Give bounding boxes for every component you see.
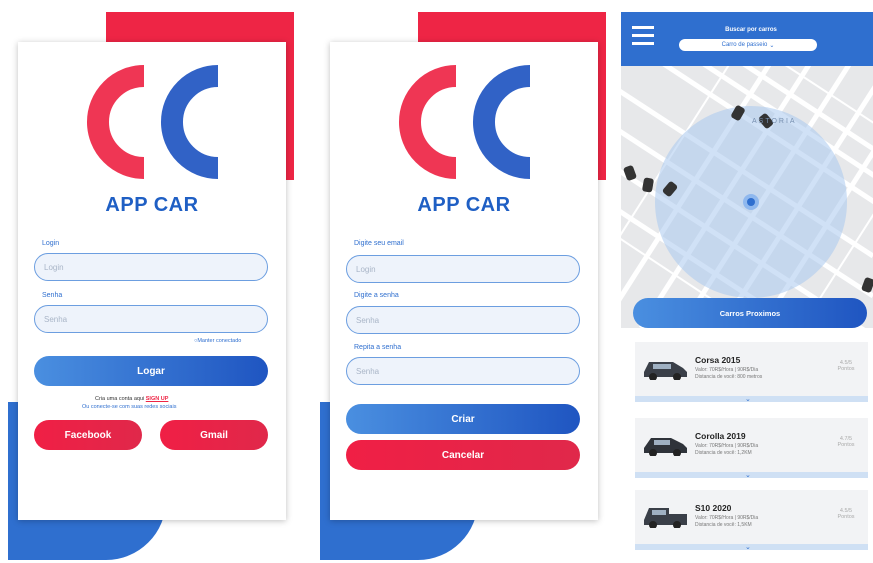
- login-field[interactable]: Login: [34, 253, 268, 281]
- car-distance: Distancia de você: 1,5KM: [695, 522, 752, 528]
- app-logo: [399, 65, 531, 179]
- expand-strip[interactable]: [635, 544, 868, 550]
- email-label: Digite seu email: [354, 240, 404, 247]
- car-rating: 4.7/5 Pontos: [831, 436, 861, 448]
- map-view[interactable]: ASTORIA: [621, 66, 873, 328]
- car-distance: Distancia de você: 800 metros: [695, 374, 763, 380]
- password-field[interactable]: Senha: [34, 305, 268, 333]
- social-text: Ou conecte-se com suas redes sociais: [82, 404, 177, 410]
- car-rating: 4.5/5 Pontos: [831, 508, 861, 520]
- signup-card: APP CAR Digite seu email Login Digite a …: [330, 42, 598, 520]
- email-placeholder: Login: [356, 264, 376, 274]
- login-card: APP CAR Login Login Senha Senha ○Manter …: [18, 42, 286, 520]
- car-card-3[interactable]: S10 2020 Valor: 70R$/Hora | 90R$/Dia Dis…: [635, 490, 868, 551]
- app-header: Buscar por carros Carro de passeio ⌄: [621, 12, 873, 66]
- map-streets: [621, 66, 873, 328]
- car-name: Corsa 2015: [695, 355, 741, 365]
- app-title: APP CAR: [105, 194, 199, 216]
- car-image: [644, 438, 687, 456]
- car-image: [644, 508, 687, 528]
- email-field[interactable]: Login: [346, 255, 580, 283]
- car-rating-label: Pontos: [837, 514, 855, 520]
- nearby-cars-button[interactable]: Carros Proximos: [633, 298, 867, 328]
- chevron-down-icon: ⌄: [745, 544, 751, 551]
- keep-connected-checkbox[interactable]: ○Manter conectado: [194, 338, 241, 344]
- create-button[interactable]: Criar: [346, 404, 580, 434]
- login-label: Login: [42, 240, 60, 247]
- app-title: APP CAR: [417, 194, 511, 216]
- car-distance: Distancia de você: 1,2KM: [695, 450, 752, 456]
- car-type-select[interactable]: Carro de passeio ⌄: [679, 39, 817, 51]
- app-logo: [87, 65, 219, 179]
- menu-icon[interactable]: [632, 26, 654, 45]
- facebook-button[interactable]: Facebook: [34, 420, 142, 450]
- repeat-password-label: Repita a senha: [354, 344, 402, 351]
- signup-link[interactable]: SIGN UP: [146, 396, 169, 402]
- cancel-button[interactable]: Cancelar: [346, 440, 580, 470]
- create-account-text: Cria uma conta aqui: [95, 396, 145, 402]
- repeat-password-field[interactable]: Senha: [346, 357, 580, 385]
- location-dot: [747, 198, 755, 206]
- car-rating-label: Pontos: [837, 442, 855, 448]
- car-price: Valor: 70R$/Hora | 90R$/Dia: [695, 515, 759, 521]
- expand-strip[interactable]: [635, 472, 868, 478]
- car-price: Valor: 70R$/Hora | 90R$/Dia: [695, 443, 759, 449]
- login-placeholder: Login: [44, 262, 64, 272]
- chevron-down-icon: ⌄: [745, 396, 751, 403]
- car-type-value: Carro de passeio: [721, 42, 768, 48]
- car-rating: 4.5/5 Pontos: [831, 360, 861, 372]
- car-card-2[interactable]: Corolla 2019 Valor: 70R$/Hora | 90R$/Dia…: [635, 418, 868, 479]
- car-price: Valor: 70R$/Hora | 90R$/Dia: [695, 367, 759, 373]
- keep-connected-label: Manter conectado: [197, 338, 242, 344]
- password-placeholder: Senha: [356, 315, 380, 325]
- map-area-label: ASTORIA: [752, 118, 797, 125]
- repeat-password-placeholder: Senha: [356, 366, 380, 376]
- password-label: Digite a senha: [354, 292, 399, 299]
- chevron-down-icon: ⌄: [745, 472, 751, 479]
- car-name: S10 2020: [695, 503, 732, 513]
- login-button[interactable]: Logar: [34, 356, 268, 386]
- password-field[interactable]: Senha: [346, 306, 580, 334]
- car-image: [644, 362, 687, 380]
- chevron-down-icon: ⌄: [769, 42, 775, 49]
- header-title: Buscar por carros: [725, 27, 777, 33]
- expand-strip[interactable]: [635, 396, 868, 402]
- password-placeholder: Senha: [44, 314, 68, 324]
- password-label: Senha: [42, 292, 63, 299]
- create-account-line: Cria uma conta aqui SIGN UP: [95, 396, 168, 402]
- car-card-1[interactable]: Corsa 2015 Valor: 70R$/Hora | 90R$/Dia D…: [635, 342, 868, 403]
- car-rating-label: Pontos: [837, 366, 855, 372]
- car-name: Corolla 2019: [695, 431, 746, 441]
- gmail-button[interactable]: Gmail: [160, 420, 268, 450]
